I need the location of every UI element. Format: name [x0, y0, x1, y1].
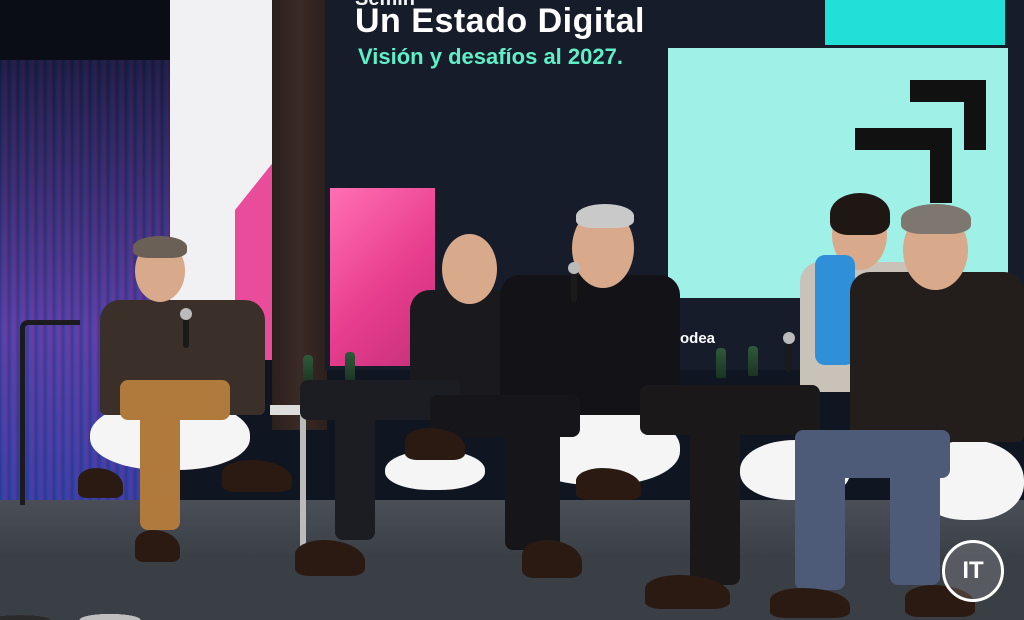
- trousers: [505, 425, 560, 550]
- water-bottle: [748, 346, 758, 376]
- screen-subtitle: Visión y desafíos al 2027.: [358, 44, 623, 69]
- side-table-leg: [300, 415, 306, 555]
- water-bottle: [716, 348, 726, 378]
- jacket: [850, 272, 1024, 442]
- microphone: [568, 262, 580, 302]
- shoe: [222, 460, 292, 492]
- arrow-graphic: [930, 128, 952, 203]
- microphone: [180, 308, 192, 348]
- hair: [830, 193, 890, 235]
- cyan-graphic-top: [825, 0, 1005, 45]
- it-watermark-logo: IT: [942, 540, 1004, 602]
- stage-truss: [272, 0, 327, 430]
- jeans: [890, 470, 940, 585]
- conference-panel-photo: Semin Un Estado Digital Visión y desafío…: [0, 0, 1024, 620]
- hair: [133, 236, 187, 258]
- trousers: [690, 425, 740, 585]
- audience-heads: [0, 598, 160, 620]
- stage-railing: [20, 320, 80, 505]
- arrow-graphic: [964, 80, 986, 150]
- odea-logo: odea: [680, 330, 716, 347]
- hair: [901, 204, 971, 234]
- hair: [576, 204, 634, 228]
- trousers: [140, 410, 180, 530]
- jeans: [795, 460, 845, 590]
- head: [442, 234, 497, 304]
- trousers: [335, 410, 375, 540]
- screen-title: Un Estado Digital: [355, 2, 645, 40]
- microphone: [783, 332, 795, 372]
- blue-scarf: [815, 255, 855, 365]
- water-bottle: [345, 352, 355, 382]
